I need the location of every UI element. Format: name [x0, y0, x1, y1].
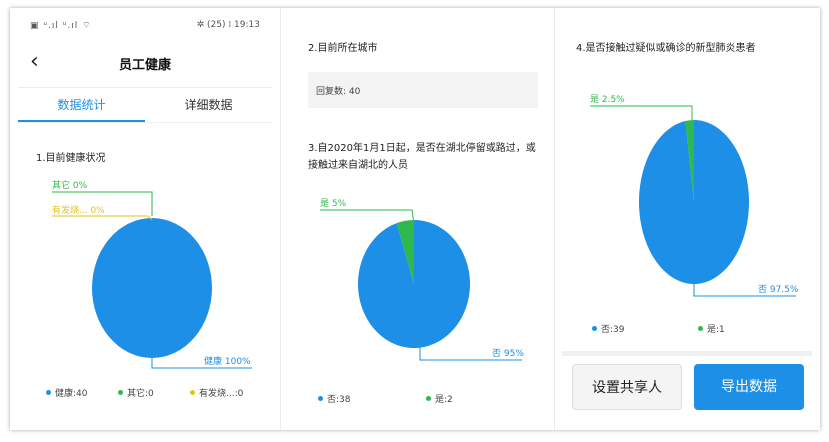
panel-separator — [280, 8, 281, 430]
tab-details[interactable]: 详细数据 — [145, 96, 272, 124]
legend-item-fever: 有发烧...:0 — [190, 386, 243, 399]
legend-dot — [426, 396, 431, 401]
pie-chart-hubei: 是 5% 否 95% — [320, 198, 524, 361]
pie-label-no: 否 95% — [492, 348, 524, 359]
legend-text: 否:38 — [327, 395, 351, 405]
divider — [18, 122, 272, 123]
page-title: 员工健康 — [118, 58, 171, 73]
screenshot-frame: ▣ ᵘ.ıl ᵘ.ıl ⌔ ✲ (25) ⁞ 19:13 ‹ 员工健康 数据统计… — [10, 8, 820, 430]
pie-slices — [639, 120, 749, 284]
pie-chart-contact: 是 2.5% 否 97.5% — [590, 94, 799, 297]
question-3-title: 3.自2020年1月1日起，是否在湖北停留或路过，或接触过来自湖北的人员 — [308, 143, 536, 171]
legend-dot — [698, 326, 703, 331]
question-4-title: 4.是否接触过疑似或确诊的新型肺炎患者 — [576, 43, 756, 54]
leader-line-yes — [320, 209, 415, 225]
panel-contact: 4.是否接触过疑似或确诊的新型肺炎患者 是 2.5% 否 97.5% 否:39 … — [562, 8, 812, 430]
pie-slices — [358, 220, 470, 348]
leader-line-fever — [52, 215, 153, 221]
section-divider — [562, 351, 812, 356]
panel-separator — [554, 8, 555, 430]
legend-text: 是:1 — [707, 325, 725, 335]
legend-text: 其它:0 — [127, 389, 154, 399]
signal-icons: ▣ ᵘ.ıl ᵘ.ıl ⌔ — [30, 21, 92, 31]
set-sharer-button[interactable]: 设置共享人 — [572, 364, 682, 410]
pie-slices — [92, 218, 212, 358]
pie-label-no: 否 97.5% — [758, 284, 799, 295]
legend-dot — [46, 390, 51, 395]
legend-text: 否:39 — [601, 325, 625, 335]
panel-city-hubei: 2.目前所在城市 回复数: 40 3.自2020年1月1日起，是否在湖北停留或路… — [290, 8, 544, 430]
pie-label-yes: 是 2.5% — [590, 94, 625, 105]
legend-item-healthy: 健康:40 — [46, 386, 88, 399]
leader-line-yes — [590, 105, 693, 120]
legend-text: 有发烧...:0 — [199, 389, 244, 399]
pie-label-other: 其它 0% — [52, 179, 88, 191]
legend-text: 健康:40 — [55, 389, 88, 399]
question-2-title: 2.目前所在城市 — [308, 43, 378, 54]
status-bar: ▣ ᵘ.ıl ᵘ.ıl ⌔ ✲ (25) ⁞ 19:13 — [18, 20, 272, 34]
export-data-button[interactable]: 导出数据 — [694, 364, 804, 410]
divider — [18, 87, 272, 88]
legend-item-other: 其它:0 — [118, 386, 154, 399]
pie-chart-health: 其它 0% 有发烧... 0% 健康 100% — [52, 179, 252, 369]
legend-item-no: 否:39 — [592, 322, 625, 335]
legend-text: 是:2 — [435, 395, 453, 405]
legend-dot — [592, 326, 597, 331]
panel-overview: ▣ ᵘ.ıl ᵘ.ıl ⌔ ✲ (25) ⁞ 19:13 ‹ 员工健康 数据统计… — [18, 8, 272, 430]
pie-label-healthy: 健康 100% — [204, 355, 251, 367]
legend-dot — [318, 396, 323, 401]
reply-count: 回复数: 40 — [316, 87, 361, 97]
legend-item-yes: 是:1 — [698, 322, 725, 335]
pie-label-fever: 有发烧... 0% — [52, 204, 105, 216]
legend-item-yes: 是:2 — [426, 392, 453, 405]
pie-slice-健康 — [92, 218, 212, 358]
status-time: ✲ (25) ⁞ 19:13 — [196, 20, 260, 30]
question-1-title: 1.目前健康状况 — [36, 153, 106, 164]
legend-item-no: 否:38 — [318, 392, 351, 405]
pie-label-yes: 是 5% — [320, 198, 347, 209]
legend-dot — [190, 390, 195, 395]
legend-dot — [118, 390, 123, 395]
nav-bar: ‹ 员工健康 — [18, 48, 272, 78]
reply-count-box: 回复数: 40 — [308, 72, 538, 108]
